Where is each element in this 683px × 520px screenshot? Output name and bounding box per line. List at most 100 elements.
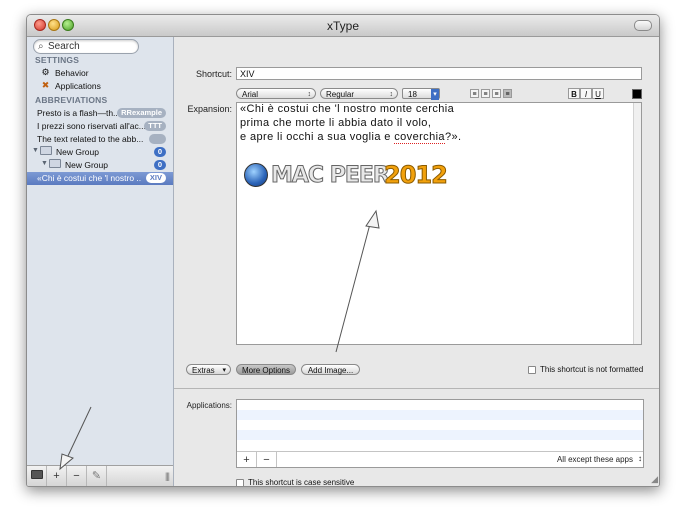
applications-list-row (237, 420, 643, 430)
editor-scrollbar[interactable] (633, 103, 641, 344)
remove-application-button[interactable]: − (257, 452, 277, 467)
abbreviation-label: Presto is a flash—th... (37, 108, 121, 118)
abbreviation-item[interactable]: I prezzi sono riservati all'ac... TTT (27, 120, 173, 133)
applications-list-footer: + − All except these apps ↕ (237, 451, 643, 467)
expansion-line-2: prima che morte li abbia dato il volo, (240, 117, 432, 129)
sidebar: ⌕ SETTINGS ⚙ Behavior ✖ Applications ABB… (27, 37, 174, 486)
expansion-label: Expansion: (187, 104, 232, 114)
abbreviation-label: I prezzi sono riservati all'ac... (37, 121, 145, 131)
expansion-line-3-start: e apre li occhi a sua voglia e (240, 131, 395, 143)
group-label: New Group (65, 160, 108, 170)
remove-abbreviation-button[interactable]: − (67, 466, 87, 486)
search-icon: ⌕ (38, 41, 44, 52)
mac-peer-logo-image: MAC PEER 2012 (244, 161, 484, 190)
applications-label: Applications: (186, 401, 232, 410)
logo-year: 2012 (384, 161, 449, 190)
applications-list-row (237, 430, 643, 440)
expansion-line-3-end: ?». (444, 131, 462, 143)
folder-icon (49, 159, 61, 170)
abbreviation-item-selected[interactable]: «Chi è costui che 'l nostro ... XIV (27, 172, 173, 185)
editor-button-row: Extras ▾ More Options Add Image... This … (186, 364, 656, 377)
abbreviations-header: ABBREVIATIONS (35, 95, 108, 105)
group-item[interactable]: ▼ New Group 0 (27, 146, 173, 159)
align-justify-button[interactable]: ≡ (503, 89, 512, 98)
disclosure-triangle-icon[interactable]: ▼ (41, 160, 48, 167)
applications-list-row (237, 400, 643, 410)
abbreviation-label: «Chi è costui che 'l nostro ... (37, 173, 141, 183)
applications-list[interactable]: + − All except these apps ↕ (236, 399, 644, 468)
gear-icon: ⚙ (41, 67, 50, 77)
new-group-button[interactable] (27, 466, 47, 486)
extras-popup[interactable]: Extras ▾ (186, 364, 231, 375)
shortcut-input[interactable]: XIV (236, 67, 642, 80)
sidebar-item-label: Behavior (55, 68, 89, 78)
sidebar-item-behavior[interactable]: ⚙ Behavior (27, 67, 173, 80)
add-abbreviation-button[interactable]: + (47, 466, 67, 486)
font-family-popup[interactable]: Arial ↕ (236, 88, 316, 99)
title-bar: xType (27, 15, 659, 37)
disclosure-triangle-icon[interactable]: ▼ (32, 147, 39, 154)
expansion-editor[interactable]: «Chi è costui che 'l nostro monte cerchi… (236, 102, 642, 345)
window-resize-grip-icon[interactable]: ◢ (651, 474, 658, 485)
applications-icon: ✖ (41, 80, 50, 90)
sidebar-bottom-bar: + − ✎ ||| (27, 465, 173, 486)
safari-globe-icon (244, 163, 268, 187)
abbreviation-badge (149, 134, 166, 144)
case-sensitive-checkbox[interactable] (236, 479, 244, 486)
pencil-icon: ✎ (91, 470, 102, 482)
bold-button[interactable]: B (568, 88, 580, 99)
font-family-value: Arial (242, 90, 259, 99)
application-scope-popup[interactable]: All except these apps ↕ (556, 454, 643, 464)
not-formatted-checkbox[interactable] (528, 366, 536, 374)
extras-label: Extras (192, 366, 215, 375)
font-size-combo[interactable]: 18 ▾ (402, 88, 440, 100)
underline-button[interactable]: U (592, 88, 604, 99)
align-right-button[interactable]: ≡ (492, 89, 501, 98)
expansion-line-1: «Chi è costui che 'l nostro monte cerchi… (240, 103, 455, 115)
shortcut-label: Shortcut: (195, 69, 232, 79)
window-title: xType (326, 19, 359, 33)
add-image-button[interactable]: Add Image... (301, 364, 360, 375)
format-toolbar: Arial ↕ Regular ↕ 18 ▾ ≡ ≡ ≡ ≡ B I U (236, 88, 642, 102)
abbreviation-item[interactable]: Presto is a flash—th... RRexample (27, 107, 173, 120)
align-center-button[interactable]: ≡ (481, 89, 490, 98)
popup-arrows-icon: ↕ (389, 91, 394, 98)
font-size-value: 18 (408, 90, 417, 99)
applications-list-row (237, 440, 643, 450)
group-item[interactable]: ▼ New Group 0 (27, 159, 173, 172)
search-input[interactable] (48, 40, 132, 53)
font-style-popup[interactable]: Regular ↕ (320, 88, 398, 99)
settings-header: SETTINGS (35, 55, 80, 65)
abbreviation-badge: TTT (144, 121, 166, 131)
logo-text: MAC PEER (271, 163, 391, 189)
toolbar-toggle-button[interactable] (634, 20, 652, 31)
folder-icon (40, 146, 52, 157)
not-formatted-label: This shortcut is not formatted (540, 365, 644, 374)
text-color-well[interactable] (632, 89, 642, 99)
abbreviation-item[interactable]: The text related to the abb... (27, 133, 173, 146)
search-field[interactable]: ⌕ (33, 39, 139, 54)
sidebar-item-label: Applications (55, 81, 101, 91)
case-sensitive-label: This shortcut is case sensitive (248, 478, 355, 487)
add-application-button[interactable]: + (237, 452, 257, 467)
popup-arrow-icon: ▾ (222, 367, 226, 374)
italic-button[interactable]: I (580, 88, 592, 99)
expansion-line-3: e apre li occhi a sua voglia e coverchia… (240, 131, 462, 144)
combo-arrow-icon: ▾ (431, 89, 439, 100)
splitter-grip-icon[interactable]: ||| (165, 471, 170, 481)
sidebar-item-applications[interactable]: ✖ Applications (27, 80, 173, 93)
popup-arrows-icon: ↕ (307, 91, 312, 98)
edit-pencil-button[interactable]: ✎ (87, 466, 107, 486)
section-divider (174, 388, 659, 389)
group-label: New Group (56, 147, 99, 157)
applications-list-row (237, 410, 643, 420)
align-left-button[interactable]: ≡ (470, 89, 479, 98)
more-options-button[interactable]: More Options (236, 364, 296, 375)
group-count-badge: 0 (153, 160, 166, 170)
xtype-window: xType ⌕ SETTINGS ⚙ Behavior ✖ Applicatio… (26, 14, 660, 487)
abbreviation-badge: XIV (145, 173, 166, 183)
abbreviation-label: The text related to the abb... (37, 134, 144, 144)
abbreviation-badge: RRexample (117, 108, 166, 118)
group-count-badge: 0 (153, 147, 166, 157)
application-scope-value: All except these apps (556, 455, 633, 464)
